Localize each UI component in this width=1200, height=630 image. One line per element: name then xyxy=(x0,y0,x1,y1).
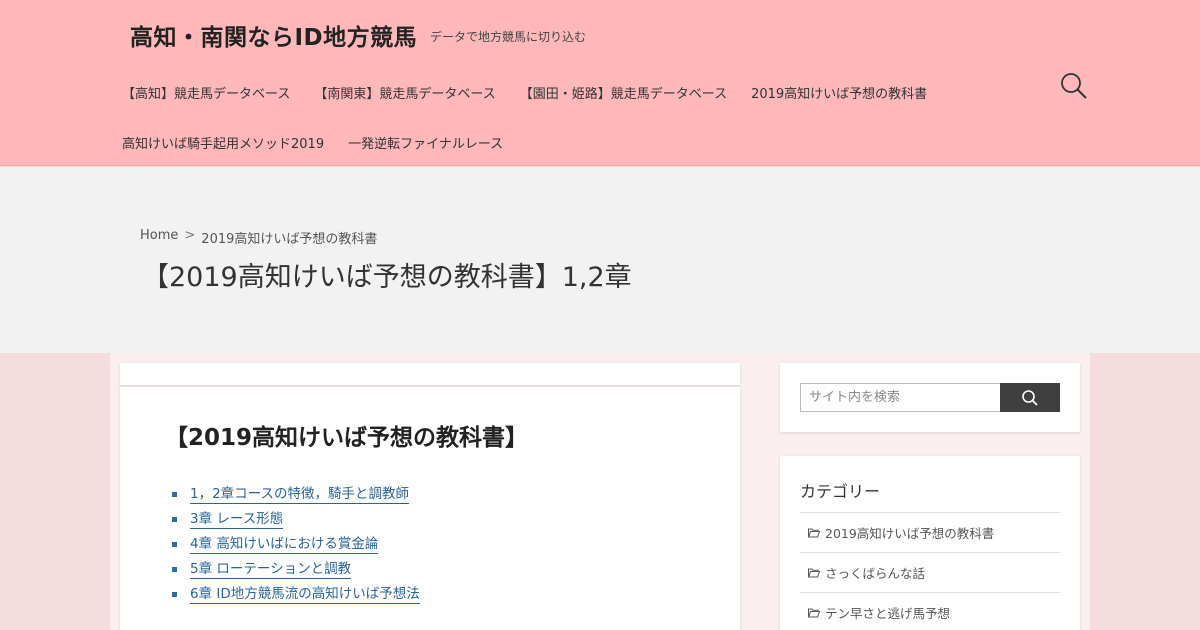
categories-widget: カテゴリー 2019高知けいば予想の教科書 さっくばらんな話 テン早さと逃げ馬予… xyxy=(780,456,1080,630)
site-header: 高知・南関ならID地方競馬 データで地方競馬に切り込む 【高知】競走馬データベー… xyxy=(0,0,1200,166)
nav-item-jockey-method-2019[interactable]: 高知けいば騎手起用メソッド2019 xyxy=(122,133,324,152)
search-input[interactable] xyxy=(800,383,1001,412)
nav-item-minami-kanto-database[interactable]: 【南関東】競走馬データベース xyxy=(314,83,495,102)
list-item: 5章 ローテーションと調教 xyxy=(172,557,420,582)
list-item: 4章 高知けいばにおける賞金論 xyxy=(172,532,420,557)
search-widget xyxy=(780,363,1080,432)
nav-item-kochi-textbook-2019[interactable]: 2019高知けいば予想の教科書 xyxy=(751,83,927,102)
breadcrumb: Home > 2019高知けいば予想の教科書 xyxy=(140,228,377,247)
category-label: さっくばらんな話 xyxy=(825,566,926,581)
chapter-link-3[interactable]: 3章 レース形態 xyxy=(190,511,284,529)
folder-open-icon xyxy=(808,568,820,577)
list-item: 6章 ID地方競馬流の高知けいば予想法 xyxy=(172,582,420,607)
breadcrumb-home[interactable]: Home xyxy=(140,228,178,247)
folder-open-icon xyxy=(808,528,820,537)
breadcrumb-current[interactable]: 2019高知けいば予想の教科書 xyxy=(201,228,377,247)
category-item[interactable]: さっくばらんな話 xyxy=(800,553,1060,593)
site-title[interactable]: 高知・南関ならID地方競馬 xyxy=(130,18,417,52)
article-heading: 【2019高知けいば予想の教科書】 xyxy=(165,425,529,451)
nav-item-sonoda-himeji-database[interactable]: 【園田・姫路】競走馬データベース xyxy=(520,83,727,102)
category-label: テン早さと逃げ馬予想 xyxy=(825,606,951,621)
main-nav-row-1: 【高知】競走馬データベース 【南関東】競走馬データベース 【園田・姫路】競走馬デ… xyxy=(122,83,951,102)
chapter-link-5[interactable]: 5章 ローテーションと調教 xyxy=(190,561,352,579)
list-item: 3章 レース形態 xyxy=(172,507,420,532)
chapter-link-1-2[interactable]: 1，2章コースの特徴，騎手と調教師 xyxy=(190,486,410,504)
category-item[interactable]: 2019高知けいば予想の教科書 xyxy=(800,513,1060,553)
nav-item-kochi-database[interactable]: 【高知】競走馬データベース xyxy=(122,83,290,102)
list-item: 1，2章コースの特徴，騎手と調教師 xyxy=(172,482,420,507)
main-article: 【2019高知けいば予想の教科書】 1，2章コースの特徴，騎手と調教師 3章 レ… xyxy=(120,387,740,630)
nav-item-final-race[interactable]: 一発逆転ファイナルレース xyxy=(348,133,503,152)
main-card-top-strip xyxy=(120,363,740,385)
categories-title: カテゴリー xyxy=(800,482,881,501)
page-hero: Home > 2019高知けいば予想の教科書 【2019高知けいば予想の教科書】… xyxy=(0,167,1200,353)
site-tagline: データで地方競馬に切り込む xyxy=(430,30,587,44)
breadcrumb-separator: > xyxy=(184,228,196,243)
chapter-link-6[interactable]: 6章 ID地方競馬流の高知けいば予想法 xyxy=(190,586,420,604)
category-item[interactable]: テン早さと逃げ馬予想 xyxy=(800,593,1060,630)
search-icon xyxy=(1022,389,1038,406)
category-list: 2019高知けいば予想の教科書 さっくばらんな話 テン早さと逃げ馬予想 xyxy=(800,512,1060,630)
page-title: 【2019高知けいば予想の教科書】1,2章 xyxy=(142,262,632,293)
bullet-icon xyxy=(172,592,177,597)
folder-open-icon xyxy=(808,608,820,617)
bullet-icon xyxy=(172,567,177,572)
category-label: 2019高知けいば予想の教科書 xyxy=(825,526,995,541)
bullet-icon xyxy=(172,542,177,547)
chapter-list: 1，2章コースの特徴，騎手と調教師 3章 レース形態 4章 高知けいばにおける賞… xyxy=(172,482,420,607)
search-icon[interactable] xyxy=(1058,70,1090,102)
main-nav-row-2: 高知けいば騎手起用メソッド2019 一発逆転ファイナルレース xyxy=(122,133,527,152)
chapter-link-4[interactable]: 4章 高知けいばにおける賞金論 xyxy=(190,536,379,554)
bullet-icon xyxy=(172,492,177,497)
bullet-icon xyxy=(172,517,177,522)
search-button[interactable] xyxy=(1000,383,1060,412)
